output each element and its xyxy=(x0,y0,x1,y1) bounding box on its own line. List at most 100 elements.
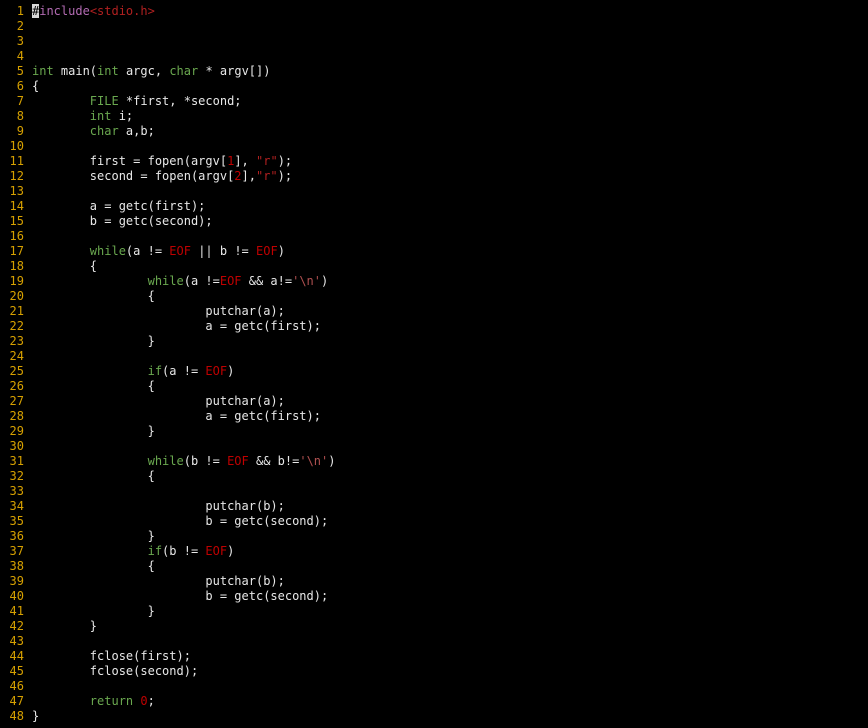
code-line[interactable]: 26 { xyxy=(0,379,868,394)
code-token: '\n' xyxy=(292,274,322,288)
code-line[interactable]: 27 putchar(a); xyxy=(0,394,868,409)
code-line[interactable]: 3 xyxy=(0,34,868,49)
code-text[interactable]: if(a != EOF) xyxy=(32,364,235,378)
line-number: 23 xyxy=(9,334,24,348)
code-line[interactable]: 5 int main(int argc, char * argv[]) xyxy=(0,64,868,79)
code-text[interactable]: first = fopen(argv[1], "r"); xyxy=(32,154,292,168)
code-text[interactable]: #include<stdio.h> xyxy=(32,4,155,18)
code-line[interactable]: 48} xyxy=(0,709,868,724)
code-line[interactable]: 41 } xyxy=(0,604,868,619)
code-line[interactable]: 44 fclose(first); xyxy=(0,649,868,664)
code-text[interactable]: putchar(b); xyxy=(32,574,284,588)
code-text[interactable]: fclose(first); xyxy=(32,649,191,663)
code-line[interactable]: 47 return 0; xyxy=(0,694,868,709)
code-text[interactable]: } xyxy=(32,709,39,723)
code-line[interactable]: 19 while(a !=EOF && a!='\n') xyxy=(0,274,868,289)
code-line[interactable]: 31 while(b != EOF && b!='\n') xyxy=(0,454,868,469)
code-text[interactable]: b = getc(second); xyxy=(32,514,328,528)
code-text[interactable]: int i; xyxy=(32,109,133,123)
code-line[interactable]: 21 putchar(a); xyxy=(0,304,868,319)
code-text[interactable]: { xyxy=(32,259,97,273)
code-line[interactable]: 15 b = getc(second); xyxy=(0,214,868,229)
code-line[interactable]: 46 xyxy=(0,679,868,694)
code-line[interactable]: 7 FILE *first, *second; xyxy=(0,94,868,109)
code-line[interactable]: 45 fclose(second); xyxy=(0,664,868,679)
code-line[interactable]: 8 int i; xyxy=(0,109,868,124)
code-text[interactable]: a = getc(first); xyxy=(32,409,321,423)
code-line[interactable]: 11 first = fopen(argv[1], "r"); xyxy=(0,154,868,169)
code-line[interactable]: 4 xyxy=(0,49,868,64)
code-text[interactable]: char a,b; xyxy=(32,124,155,138)
code-editor[interactable]: 1 #include<stdio.h> 2 3 4 5 int main(int argc,… xyxy=(0,4,868,724)
code-line[interactable]: 20 { xyxy=(0,289,868,304)
code-line[interactable]: 25 if(a != EOF) xyxy=(0,364,868,379)
code-line[interactable]: 2 xyxy=(0,19,868,34)
code-line[interactable]: 39 putchar(b); xyxy=(0,574,868,589)
code-line[interactable]: 37 if(b != EOF) xyxy=(0,544,868,559)
code-text[interactable]: } xyxy=(32,529,155,543)
code-text[interactable]: a = getc(first); xyxy=(32,319,321,333)
code-line[interactable]: 13 xyxy=(0,184,868,199)
code-line[interactable]: 14 a = getc(first); xyxy=(0,199,868,214)
code-line[interactable]: 35 b = getc(second); xyxy=(0,514,868,529)
line-number: 48 xyxy=(9,709,24,723)
code-text[interactable]: { xyxy=(32,559,155,573)
code-text[interactable]: fclose(second); xyxy=(32,664,198,678)
code-text[interactable]: while(b != EOF && b!='\n') xyxy=(32,454,336,468)
code-token: '\n' xyxy=(299,454,329,468)
code-text[interactable]: putchar(a); xyxy=(32,394,284,408)
code-line[interactable]: 43 xyxy=(0,634,868,649)
code-text[interactable]: } xyxy=(32,424,155,438)
code-token: b = getc(second); xyxy=(32,514,329,528)
code-line[interactable]: 9 char a,b; xyxy=(0,124,868,139)
code-token: b = getc(second); xyxy=(32,589,329,603)
code-text[interactable]: { xyxy=(32,79,39,93)
code-text[interactable]: putchar(b); xyxy=(32,499,284,513)
code-text[interactable]: FILE *first, *second; xyxy=(32,94,242,108)
code-line[interactable]: 18 { xyxy=(0,259,868,274)
code-line[interactable]: 38 { xyxy=(0,559,868,574)
code-line[interactable]: 33 xyxy=(0,484,868,499)
code-token: ); xyxy=(277,169,293,183)
code-line[interactable]: 10 xyxy=(0,139,868,154)
code-line[interactable]: 36 } xyxy=(0,529,868,544)
line-number: 43 xyxy=(9,634,24,648)
code-text[interactable]: while(a != EOF || b != EOF) xyxy=(32,244,285,258)
code-text[interactable]: { xyxy=(32,469,155,483)
code-text[interactable]: second = fopen(argv[2],"r"); xyxy=(32,169,292,183)
code-text[interactable]: { xyxy=(32,379,155,393)
code-line[interactable]: 22 a = getc(first); xyxy=(0,319,868,334)
code-line[interactable]: 30 xyxy=(0,439,868,454)
code-token: } xyxy=(32,709,40,723)
code-line[interactable]: 1 #include<stdio.h> xyxy=(0,4,868,19)
code-text[interactable]: return 0; xyxy=(32,694,155,708)
code-line[interactable]: 12 second = fopen(argv[2],"r"); xyxy=(0,169,868,184)
code-token: fclose(first); xyxy=(32,649,191,663)
code-token: *first, *second; xyxy=(118,94,242,108)
code-text[interactable]: if(b != EOF) xyxy=(32,544,235,558)
code-token: } xyxy=(32,334,155,348)
code-text[interactable]: while(a !=EOF && a!='\n') xyxy=(32,274,329,288)
code-line[interactable]: 16 xyxy=(0,229,868,244)
code-text[interactable]: { xyxy=(32,289,155,303)
code-line[interactable]: 42 } xyxy=(0,619,868,634)
code-line[interactable]: 32 { xyxy=(0,469,868,484)
code-line[interactable]: 40 b = getc(second); xyxy=(0,589,868,604)
code-line[interactable]: 34 putchar(b); xyxy=(0,499,868,514)
code-line[interactable]: 24 xyxy=(0,349,868,364)
code-line[interactable]: 29 } xyxy=(0,424,868,439)
line-number: 16 xyxy=(9,229,24,243)
code-text[interactable]: } xyxy=(32,334,155,348)
code-text[interactable]: b = getc(second); xyxy=(32,589,328,603)
code-line[interactable]: 28 a = getc(first); xyxy=(0,409,868,424)
code-line[interactable]: 17 while(a != EOF || b != EOF) xyxy=(0,244,868,259)
code-text[interactable]: } xyxy=(32,619,97,633)
code-line[interactable]: 23 } xyxy=(0,334,868,349)
code-text[interactable]: } xyxy=(32,604,155,618)
code-text[interactable]: b = getc(second); xyxy=(32,214,213,228)
code-text[interactable]: int main(int argc, char * argv[]) xyxy=(32,64,270,78)
code-text[interactable]: a = getc(first); xyxy=(32,199,206,213)
code-text[interactable]: putchar(a); xyxy=(32,304,284,318)
code-token: EOF xyxy=(227,454,249,468)
code-line[interactable]: 6{ xyxy=(0,79,868,94)
